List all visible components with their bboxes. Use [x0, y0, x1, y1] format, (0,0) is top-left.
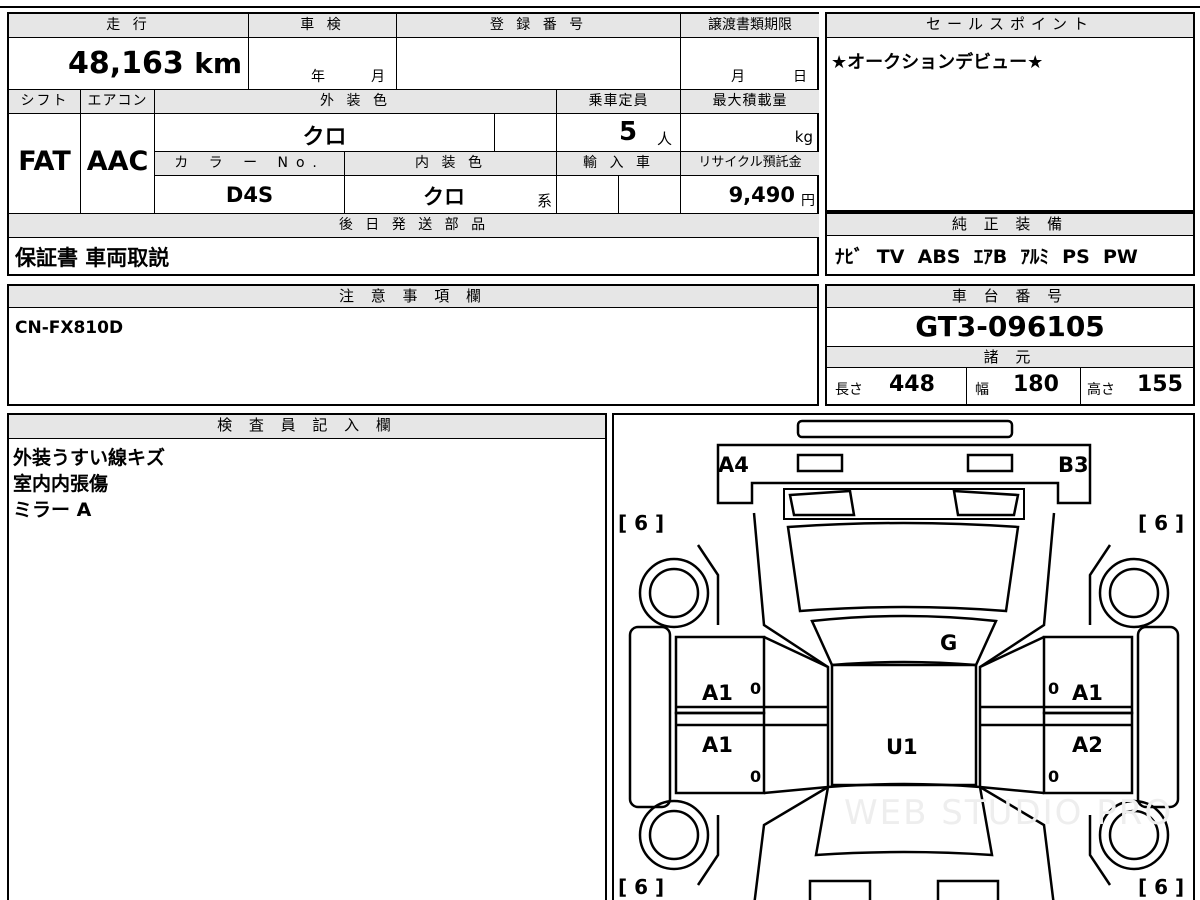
- capacity-label: 乗車定員: [557, 90, 681, 114]
- chassis-box: 車 台 番 号 GT3-096105 諸 元 長さ 448 幅 180 高さ 1…: [825, 284, 1195, 406]
- import-label: 輸 入 車: [557, 152, 681, 176]
- inspector-label: 検 査 員 記 入 欄: [9, 415, 605, 439]
- aircon-label: エアコン: [81, 90, 155, 114]
- top-cutoff-strip: [0, 0, 1200, 8]
- mark-left-front-door: A1: [702, 681, 733, 705]
- tire-rear-left: [ 6 ]: [618, 875, 665, 899]
- transfer-day-unit: 日: [793, 69, 807, 85]
- inspector-box: 検 査 員 記 入 欄 外装うすい線キズ 室内内張傷 ミラー A: [7, 413, 607, 900]
- color-no-value: D4S: [225, 183, 274, 207]
- capacity-value: 5: [619, 117, 638, 147]
- mark-roof: G: [940, 631, 958, 655]
- import-cell-b: [619, 176, 681, 214]
- specs-length-value: 448: [889, 372, 935, 397]
- capacity-cell: 5 人: [557, 114, 681, 152]
- shift-cell: FAT: [9, 114, 81, 214]
- mark-left-rear-door: A1: [702, 733, 733, 757]
- vehicle-info-box: 走 行 車 検 登 録 番 号 譲渡書類期限 48,163 km 年 月 月 日…: [7, 12, 819, 276]
- genuine-equipment-box: 純 正 装 備 ﾅﾋﾞ TV ABS ｴｱB ｱﾙﾐ PS PW: [825, 212, 1195, 276]
- tire-rear-right: [ 6 ]: [1138, 875, 1185, 899]
- specs-label: 諸 元: [827, 346, 1193, 368]
- recycle-label: リサイクル預託金: [681, 152, 819, 176]
- chassis-value: GT3-096105: [915, 310, 1105, 343]
- interior-color-cell: クロ 系: [345, 176, 557, 214]
- recycle-unit: 円: [801, 193, 815, 209]
- specs-length-cell: 長さ 448: [827, 368, 967, 404]
- inspector-line-2: 室内内張傷: [13, 473, 109, 495]
- genuine-equipment-value: ﾅﾋﾞ TV ABS ｴｱB ｱﾙﾐ PS PW: [835, 246, 1138, 268]
- mark-right-front-door: A1: [1072, 681, 1103, 705]
- mark-left-rear-zero: 0: [750, 767, 762, 786]
- specs-height-cell: 高さ 155: [1081, 368, 1193, 404]
- transfer-cell: 月 日: [681, 38, 819, 90]
- inspection-label: 車 検: [249, 14, 397, 38]
- specs-length-label: 長さ: [835, 382, 863, 398]
- mark-center: U1: [886, 735, 918, 759]
- exterior-color-cell: クロ: [155, 114, 495, 152]
- registration-cell: [397, 38, 681, 90]
- exterior-color-label: 外 装 色: [155, 90, 557, 114]
- genuine-equipment-label: 純 正 装 備: [827, 212, 1193, 236]
- specs-width-label: 幅: [975, 382, 989, 398]
- mileage-value: 48,163 km: [68, 46, 242, 81]
- later-parts-value: 保証書 車両取説: [15, 246, 170, 270]
- specs-width-cell: 幅 180: [967, 368, 1081, 404]
- interior-color-label: 内 装 色: [345, 152, 557, 176]
- max-load-unit: kg: [794, 128, 813, 146]
- specs-width-value: 180: [1013, 372, 1059, 397]
- shift-value: FAT: [18, 146, 71, 177]
- mark-front-left: A4: [718, 453, 749, 477]
- mileage-cell: 48,163 km: [9, 38, 249, 90]
- recycle-cell: 9,490 円: [681, 176, 819, 214]
- inspector-line-1: 外装うすい線キズ: [13, 447, 166, 469]
- color-no-cell: D4S: [155, 176, 345, 214]
- interior-color-value: クロ: [423, 185, 465, 209]
- mark-right-rear-zero: 0: [1048, 767, 1060, 786]
- specs-height-value: 155: [1137, 372, 1183, 397]
- specs-height-label: 高さ: [1087, 382, 1115, 398]
- aircon-cell: AAC: [81, 114, 155, 214]
- inspector-line-3: ミラー A: [13, 499, 92, 521]
- mark-front-right: B3: [1058, 453, 1089, 477]
- capacity-unit: 人: [657, 130, 673, 148]
- import-cell-a: [557, 176, 619, 214]
- recycle-value: 9,490: [728, 183, 795, 207]
- max-load-label: 最大積載量: [681, 90, 819, 114]
- inspection-cell: 年 月: [249, 38, 397, 90]
- car-diagram-box: A4 B3 [ 6 ] [ 6 ] G A1 0 0 A1 A1 U1 A2 0…: [612, 413, 1195, 900]
- notes-value: CN-FX810D: [15, 318, 124, 338]
- mileage-number: 48,163: [67, 46, 184, 81]
- tire-front-right: [ 6 ]: [1138, 511, 1185, 535]
- notes-label: 注 意 事 項 欄: [9, 286, 817, 308]
- mark-right-front-zero: 0: [1048, 679, 1060, 698]
- inspection-year-unit: 年: [311, 69, 325, 85]
- watermark: WEB STUDIO PRO: [844, 793, 1174, 833]
- sales-point-value: ★オークションデビュー★: [831, 52, 1044, 73]
- notes-box: 注 意 事 項 欄 CN-FX810D: [7, 284, 819, 406]
- shift-label: シフト: [9, 90, 81, 114]
- mileage-label: 走 行: [9, 14, 249, 38]
- mark-left-front-zero: 0: [750, 679, 762, 698]
- sales-point-box: セールスポイント ★オークションデビュー★: [825, 12, 1195, 212]
- registration-label: 登 録 番 号: [397, 14, 681, 38]
- max-load-cell: kg: [681, 114, 819, 152]
- interior-color-suffix: 系: [536, 192, 552, 210]
- exterior-color-value: クロ: [302, 125, 347, 150]
- transfer-label: 譲渡書類期限: [681, 14, 819, 38]
- tire-front-left: [ 6 ]: [618, 511, 665, 535]
- chassis-label: 車 台 番 号: [827, 286, 1193, 308]
- mileage-unit: km: [194, 47, 242, 80]
- exterior-color-extra: [495, 114, 557, 152]
- inspection-month-unit: 月: [371, 69, 385, 85]
- sales-point-label: セールスポイント: [827, 14, 1193, 38]
- mark-right-rear-door: A2: [1072, 733, 1103, 757]
- later-parts-label: 後 日 発 送 部 品: [9, 214, 819, 238]
- transfer-month-unit: 月: [731, 69, 745, 85]
- color-no-label: カ ラ ー No.: [155, 152, 345, 176]
- aircon-value: AAC: [86, 146, 149, 177]
